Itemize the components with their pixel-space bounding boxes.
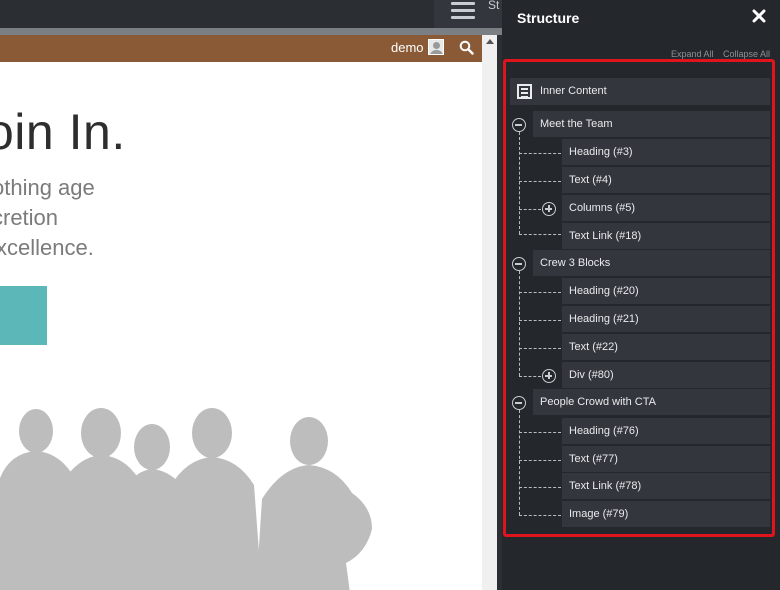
site-header: demo bbox=[0, 35, 482, 62]
tree-node-people-crowd-with-cta[interactable]: People Crowd with CTA bbox=[533, 389, 770, 415]
page-preview: demo oin In. othing age cretion xcellenc… bbox=[0, 35, 482, 590]
tree-connector bbox=[519, 271, 520, 376]
collapse-toggle-icon[interactable] bbox=[512, 257, 526, 271]
tree-node-label: Text Link (#18) bbox=[569, 230, 642, 242]
tree-connector bbox=[519, 209, 541, 210]
tree-connector bbox=[519, 410, 520, 515]
structure-icon bbox=[451, 2, 475, 20]
tree-node-heading-21[interactable]: Heading (#21) bbox=[562, 306, 770, 332]
tree-node-heading-20[interactable]: Heading (#20) bbox=[562, 278, 770, 304]
tree-node-columns-5[interactable]: Columns (#5) bbox=[562, 195, 770, 221]
tree-node-div-80[interactable]: Div (#80) bbox=[562, 362, 770, 388]
user-avatar-icon[interactable] bbox=[428, 39, 444, 55]
tree-node-label: Columns (#5) bbox=[569, 202, 636, 214]
structure-tab[interactable]: St bbox=[434, 0, 502, 28]
tree-node-label: Heading (#3) bbox=[569, 146, 633, 158]
people-crowd-image bbox=[0, 408, 372, 590]
structure-panel: Structure Expand All Collapse All Inner … bbox=[502, 0, 780, 590]
scroll-up-arrow-icon[interactable] bbox=[486, 39, 494, 44]
tree-connector bbox=[519, 153, 561, 154]
tree-node-label: Crew 3 Blocks bbox=[540, 257, 611, 269]
structure-tab-label: St bbox=[488, 0, 500, 12]
expand-toggle-icon[interactable] bbox=[542, 202, 556, 216]
tree-connector bbox=[519, 487, 561, 488]
tree-node-crew-3-blocks[interactable]: Crew 3 Blocks bbox=[533, 250, 770, 276]
hero-heading: oin In. bbox=[0, 104, 126, 160]
tree-node-label: Text Link (#78) bbox=[569, 480, 642, 492]
tree-connector bbox=[519, 132, 520, 234]
tree-node-text-22[interactable]: Text (#22) bbox=[562, 334, 770, 360]
search-icon[interactable] bbox=[459, 40, 474, 55]
collapse-toggle-icon[interactable] bbox=[512, 118, 526, 132]
tree-connector bbox=[519, 348, 561, 349]
hero-text-line: xcellence. bbox=[0, 235, 94, 260]
page-icon bbox=[517, 84, 532, 99]
tree-node-heading-3[interactable]: Heading (#3) bbox=[562, 139, 770, 165]
hero-text-line: cretion bbox=[0, 205, 59, 230]
tree-node-label: Text (#4) bbox=[569, 174, 612, 186]
tree-node-heading-76[interactable]: Heading (#76) bbox=[562, 418, 770, 444]
tree-connector bbox=[519, 234, 561, 235]
tree-root-inner-content[interactable]: Inner Content bbox=[510, 78, 770, 105]
hero-text-line: othing age bbox=[0, 175, 95, 200]
tree-connector bbox=[519, 515, 561, 516]
tree-node-label: Heading (#76) bbox=[569, 425, 639, 437]
expand-toggle-icon[interactable] bbox=[542, 369, 556, 383]
tree-node-label: Heading (#21) bbox=[569, 313, 639, 325]
tree-node-label: Text (#77) bbox=[569, 453, 618, 465]
tree-node-text-4[interactable]: Text (#4) bbox=[562, 167, 770, 193]
tree-connector bbox=[519, 181, 561, 182]
tree-node-text-link-78[interactable]: Text Link (#78) bbox=[562, 473, 770, 499]
tree-node-label: Image (#79) bbox=[569, 508, 629, 520]
collapse-all-link[interactable]: Collapse All bbox=[723, 49, 770, 59]
tree-node-text-77[interactable]: Text (#77) bbox=[562, 446, 770, 472]
tree-node-image-79[interactable]: Image (#79) bbox=[562, 501, 770, 527]
tree-node-label: People Crowd with CTA bbox=[540, 396, 656, 408]
user-name[interactable]: demo bbox=[391, 40, 424, 55]
editor-topbar bbox=[0, 0, 502, 28]
panel-title: Structure bbox=[517, 10, 580, 26]
tree-connector bbox=[519, 460, 561, 461]
expand-all-link[interactable]: Expand All bbox=[671, 49, 714, 59]
tree-node-label: Heading (#20) bbox=[569, 285, 639, 297]
tree-node-label: Inner Content bbox=[540, 85, 607, 97]
tree-node-meet-the-team[interactable]: Meet the Team bbox=[533, 111, 770, 137]
collapse-toggle-icon[interactable] bbox=[512, 396, 526, 410]
tree-connector bbox=[519, 376, 541, 377]
tree-node-label: Meet the Team bbox=[540, 118, 613, 130]
preview-scrollbar[interactable] bbox=[482, 35, 497, 590]
tree-node-text-link-18[interactable]: Text Link (#18) bbox=[562, 223, 770, 249]
toolbar-strip bbox=[0, 28, 502, 35]
close-icon[interactable] bbox=[752, 9, 766, 23]
cta-button[interactable] bbox=[0, 286, 47, 345]
tree-connector bbox=[519, 432, 561, 433]
tree-connector bbox=[519, 292, 561, 293]
tree-node-label: Text (#22) bbox=[569, 341, 618, 353]
tree-node-label: Div (#80) bbox=[569, 369, 614, 381]
tree-connector bbox=[519, 320, 561, 321]
